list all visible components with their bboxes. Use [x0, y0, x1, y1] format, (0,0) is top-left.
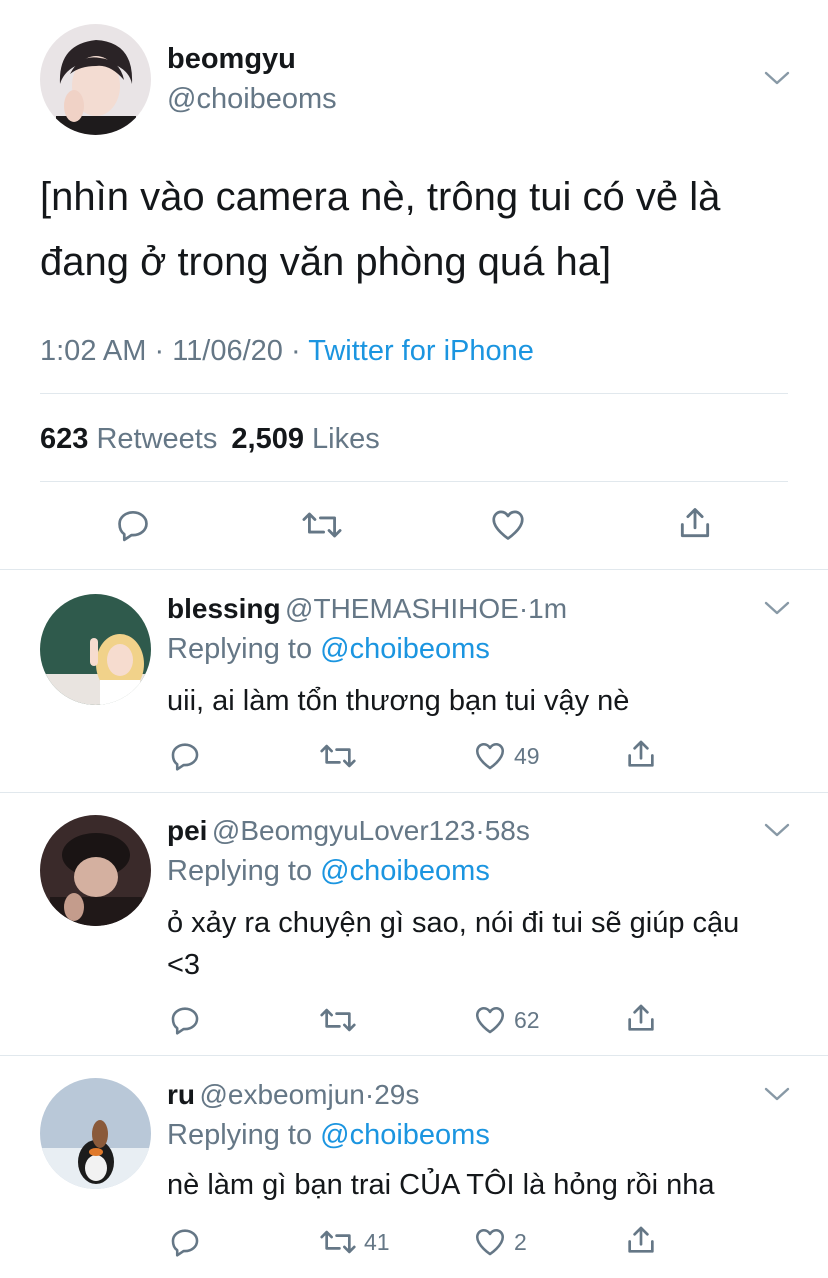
- heart-icon: [475, 742, 505, 770]
- heart-icon: [475, 1228, 505, 1256]
- meta-separator: ·: [154, 335, 165, 367]
- meta-separator: ·: [364, 1079, 375, 1110]
- reply-author-name[interactable]: pei: [167, 815, 207, 846]
- chevron-down-icon[interactable]: [764, 600, 790, 616]
- reply-text: ỏ xảy ra chuyện gì sao, nói đi tui sẽ gi…: [167, 907, 740, 981]
- retweet-button[interactable]: [318, 736, 364, 776]
- main-tweet-text-line1: [nhìn vào camera nè, trông tui có vẻ là: [40, 175, 721, 219]
- reply-author-name[interactable]: blessing: [167, 593, 281, 624]
- replying-to-label: Replying to: [167, 633, 313, 665]
- divider: [0, 1055, 828, 1056]
- replying-to-link[interactable]: @choibeoms: [320, 1119, 490, 1151]
- reply-author-name[interactable]: ru: [167, 1079, 195, 1110]
- main-tweet-text-line2: đang ở trong văn phòng quá ha]: [40, 240, 612, 284]
- main-author-name[interactable]: beomgyu: [167, 40, 296, 78]
- reply-text: nè làm gì bạn trai CỦA TÔI là hỏng rồi n…: [167, 1169, 715, 1201]
- meta-separator: ·: [518, 593, 529, 624]
- reply-avatar[interactable]: [40, 1078, 151, 1189]
- tweet-source-link[interactable]: Twitter for iPhone: [308, 335, 534, 367]
- retweet-icon: [320, 1230, 356, 1254]
- like-button[interactable]: 49: [472, 736, 540, 776]
- chevron-down-icon[interactable]: [764, 70, 790, 86]
- divider: [0, 792, 828, 793]
- replying-to-link[interactable]: @choibeoms: [320, 855, 490, 887]
- reply-author-handle[interactable]: @exbeomjun: [199, 1079, 364, 1110]
- retweet-count: 41: [364, 1228, 390, 1255]
- heart-icon: [492, 510, 524, 540]
- retweet-button[interactable]: [318, 1000, 364, 1040]
- retweet-icon: [302, 512, 342, 538]
- like-button[interactable]: 62: [472, 1000, 540, 1040]
- divider: [0, 569, 828, 570]
- main-author-avatar[interactable]: [40, 24, 151, 135]
- chevron-down-icon[interactable]: [764, 1086, 790, 1102]
- reply-avatar[interactable]: [40, 815, 151, 926]
- tweet-date: 11/06/20: [172, 335, 283, 367]
- share-button[interactable]: [624, 1220, 658, 1260]
- divider: [40, 393, 788, 394]
- share-icon: [628, 1004, 654, 1031]
- chevron-down-icon[interactable]: [764, 822, 790, 838]
- reply-icon: [171, 743, 199, 771]
- share-button[interactable]: [624, 998, 658, 1038]
- reply-icon: [171, 1229, 199, 1257]
- share-icon: [680, 508, 710, 538]
- replying-to-link[interactable]: @choibeoms: [320, 633, 490, 665]
- likes-count: 2,509: [231, 423, 304, 455]
- reply-age: 58s: [484, 815, 530, 846]
- retweets-label: Retweets: [96, 423, 218, 455]
- retweets-count: 623: [40, 423, 89, 455]
- meta-separator: ·: [291, 335, 301, 367]
- like-count: 2: [514, 1228, 527, 1255]
- retweet-icon: [320, 1008, 356, 1032]
- replying-to-label: Replying to: [167, 1119, 313, 1151]
- reply-button[interactable]: [114, 505, 152, 545]
- retweet-button[interactable]: [300, 505, 344, 545]
- replying-to-label: Replying to: [167, 855, 313, 887]
- share-button[interactable]: [624, 734, 658, 774]
- tweet-meta: 1:02 AM · 11/06/20 · Twitter for iPhone: [40, 332, 534, 370]
- share-icon: [628, 740, 654, 767]
- reply-avatar[interactable]: [40, 594, 151, 705]
- reply-age: 29s: [374, 1079, 420, 1110]
- reply-author-handle[interactable]: @THEMASHIHOE: [285, 593, 519, 624]
- heart-icon: [475, 1006, 505, 1034]
- like-count: 62: [514, 1006, 540, 1033]
- tweet-stats: 623 Retweets 2,509 Likes: [40, 420, 380, 458]
- reply-text: uii, ai làm tổn thương bạn tui vậy nè: [167, 685, 630, 717]
- like-button[interactable]: [488, 505, 528, 545]
- tweet-time: 1:02 AM: [40, 335, 147, 367]
- reply-button[interactable]: [168, 1000, 202, 1040]
- meta-separator: ·: [475, 815, 485, 846]
- share-button[interactable]: [676, 503, 714, 543]
- reply-age: 1m: [528, 593, 568, 624]
- main-author-handle[interactable]: @choibeoms: [167, 80, 337, 118]
- retweet-icon: [320, 744, 356, 768]
- retweet-button[interactable]: 41: [318, 1222, 390, 1262]
- retweets-stat[interactable]: 623 Retweets: [40, 423, 225, 455]
- like-button[interactable]: 2: [472, 1222, 527, 1262]
- likes-label: Likes: [312, 423, 380, 455]
- reply-icon: [171, 1007, 199, 1035]
- divider: [40, 481, 788, 482]
- share-icon: [628, 1226, 654, 1253]
- reply-button[interactable]: [168, 736, 202, 776]
- reply-button[interactable]: [168, 1222, 202, 1262]
- reply-author-handle[interactable]: @BeomgyuLover123: [212, 815, 475, 846]
- like-count: 49: [514, 742, 540, 769]
- reply-icon: [118, 510, 148, 542]
- likes-stat[interactable]: 2,509 Likes: [231, 423, 379, 455]
